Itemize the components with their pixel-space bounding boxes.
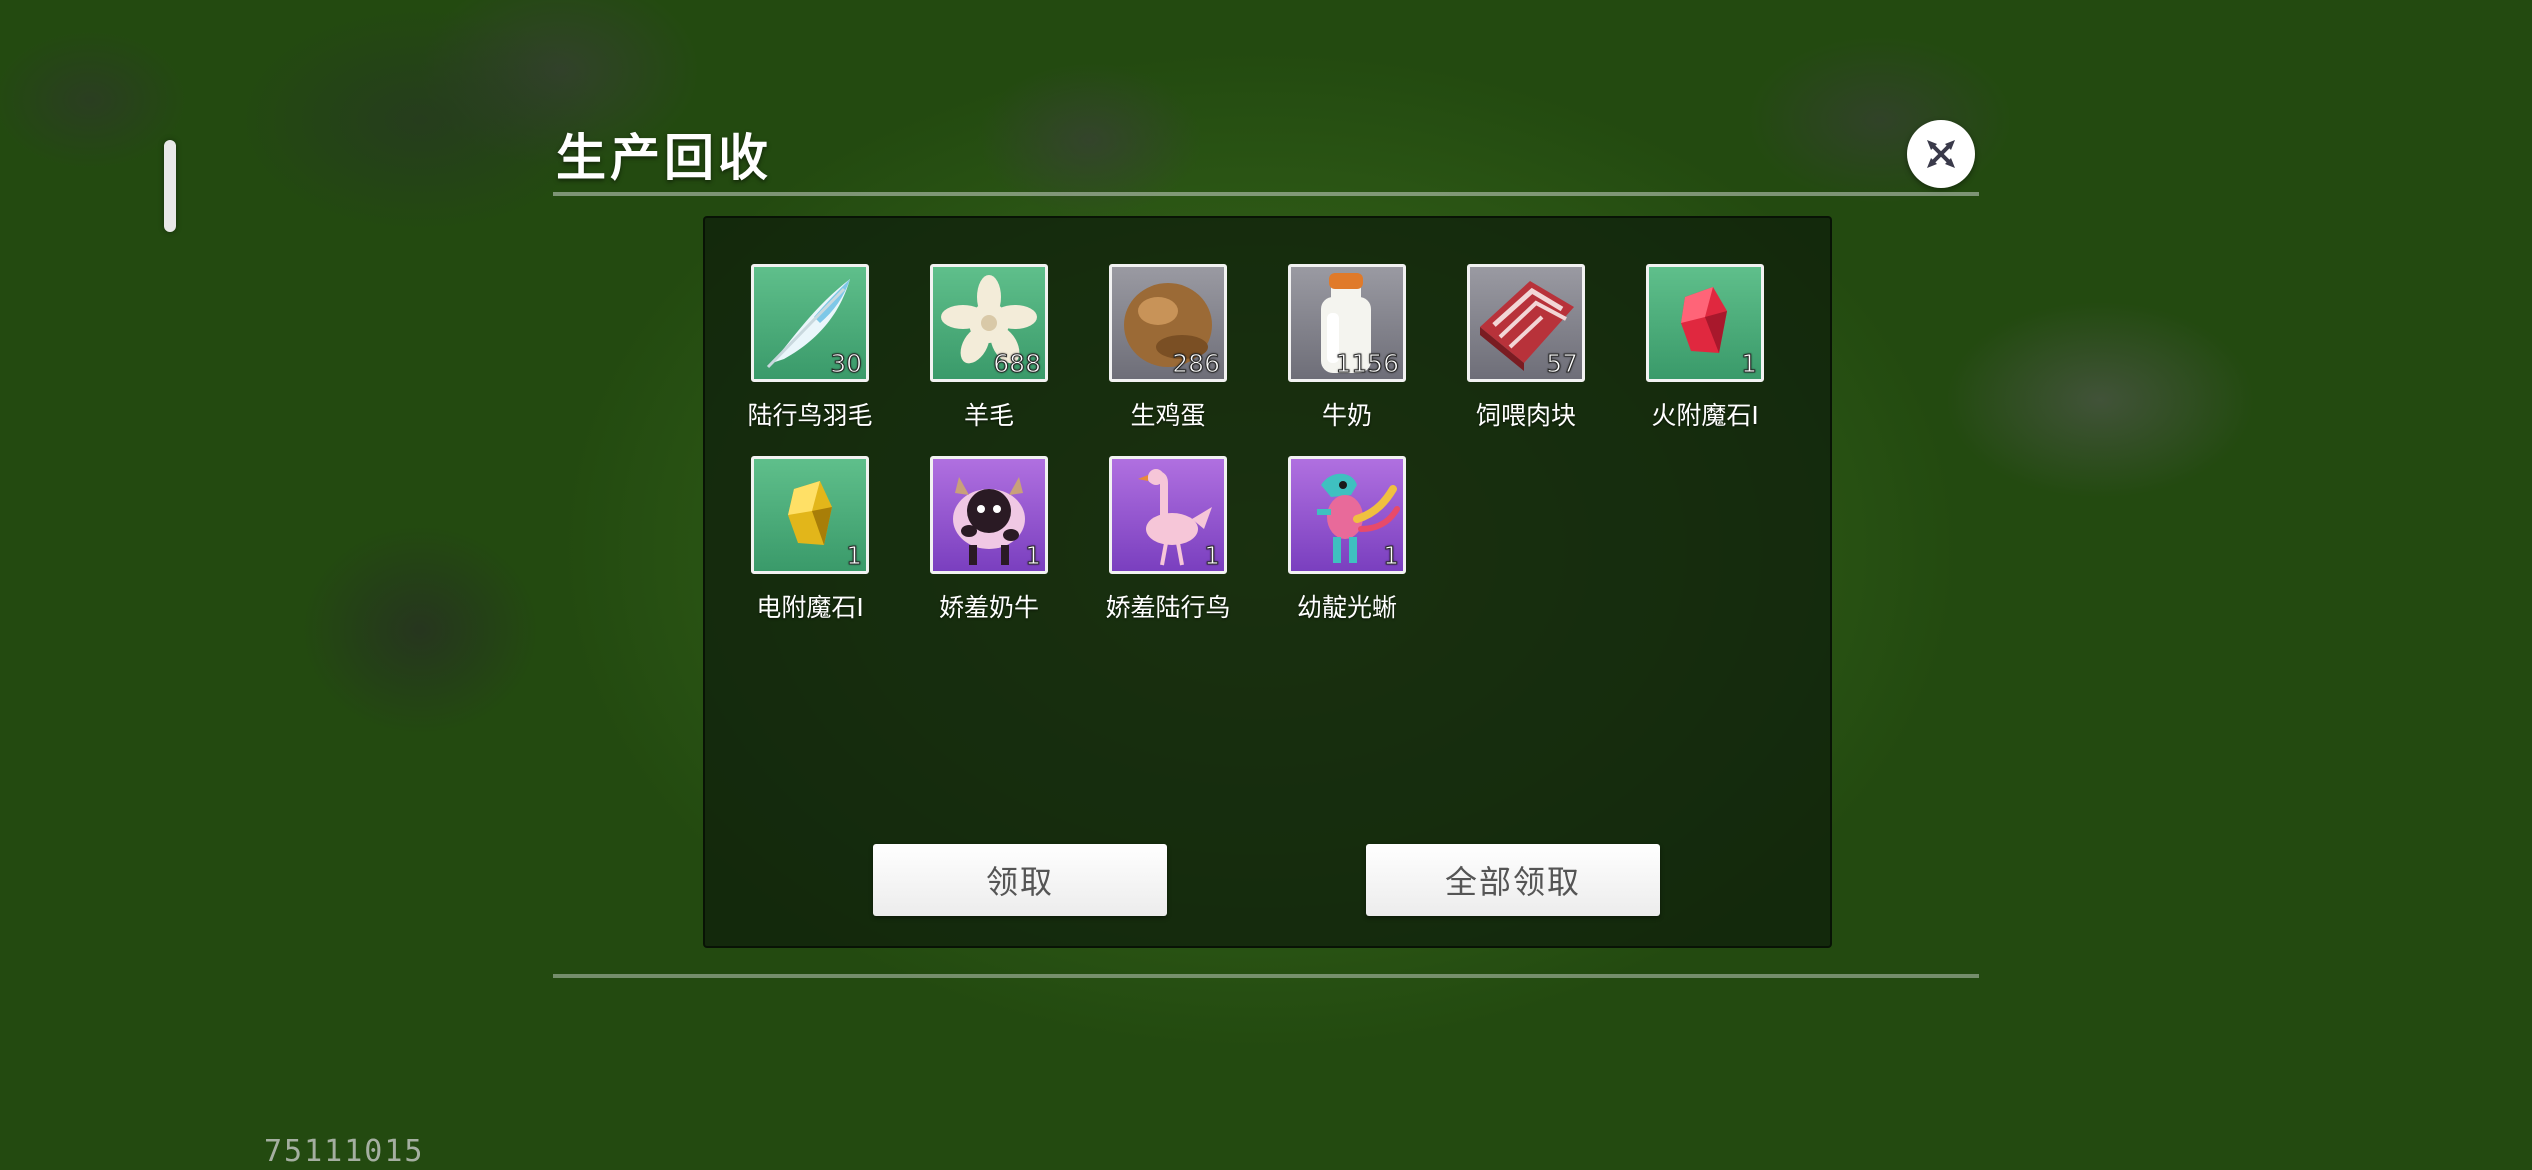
close-button[interactable] [1907,120,1975,188]
recycle-panel: 30 陆行鸟羽毛 688 羊毛 286 生鸡蛋 1156 牛奶 57 饲喂肉块 … [703,216,1832,948]
item-slot[interactable]: 1156 牛奶 [1272,264,1422,432]
item-name: 牛奶 [1321,401,1372,430]
claim-button[interactable]: 领取 [873,844,1167,916]
claim-all-button[interactable]: 全部领取 [1366,844,1660,916]
item-count: 688 [993,349,1042,379]
item-count: 1 [846,541,863,571]
game-background: 生产回收 30 陆行鸟羽毛 688 羊毛 286 生鸡蛋 1156 牛奶 57 … [0,0,2532,1170]
item-name: 饲喂肉块 [1475,401,1576,430]
item-name: 娇羞奶牛 [938,593,1039,622]
item-slot[interactable]: 688 羊毛 [914,264,1064,432]
item-count: 30 [830,349,863,379]
item-slot[interactable]: 1 娇羞奶牛 [914,456,1064,624]
item-name: 娇羞陆行鸟 [1105,593,1231,622]
bottom-divider [553,974,1979,978]
item-count: 286 [1172,349,1221,379]
item-slot[interactable]: 1 电附魔石Ⅰ [735,456,885,624]
item-slot[interactable]: 30 陆行鸟羽毛 [735,264,885,432]
item-name: 火附魔石Ⅰ [1651,401,1759,430]
side-scroll-handle[interactable] [164,140,176,232]
item-icon-frame: 1 [1646,264,1764,382]
item-name: 电附魔石Ⅰ [756,593,864,622]
item-count: 1 [1383,541,1400,571]
item-icon-frame: 30 [751,264,869,382]
item-name: 羊毛 [963,401,1014,430]
item-count: 1156 [1335,349,1400,379]
item-count: 1 [1025,541,1042,571]
item-icon-frame: 688 [930,264,1048,382]
item-slot[interactable]: 1 娇羞陆行鸟 [1093,456,1243,624]
close-icon [1927,140,1955,168]
title-divider [553,192,1979,196]
item-slot[interactable]: 57 饲喂肉块 [1451,264,1601,432]
item-slot[interactable]: 1 幼靛光蜥 [1272,456,1422,624]
item-name: 生鸡蛋 [1130,401,1206,430]
item-count: 1 [1741,349,1758,379]
item-count: 57 [1546,349,1579,379]
item-icon-frame: 286 [1109,264,1227,382]
item-icon-frame: 1 [930,456,1048,574]
item-icon-frame: 1 [751,456,869,574]
item-slot[interactable]: 286 生鸡蛋 [1093,264,1243,432]
item-icon-frame: 1156 [1288,264,1406,382]
item-name: 陆行鸟羽毛 [747,401,873,430]
item-name: 幼靛光蜥 [1296,593,1397,622]
item-count: 1 [1204,541,1221,571]
item-slot[interactable]: 1 火附魔石Ⅰ [1630,264,1780,432]
item-icon-frame: 57 [1467,264,1585,382]
window-title: 生产回收 [556,129,772,187]
player-uid: 75111015 [264,1134,425,1169]
item-icon-frame: 1 [1288,456,1406,574]
item-icon-frame: 1 [1109,456,1227,574]
